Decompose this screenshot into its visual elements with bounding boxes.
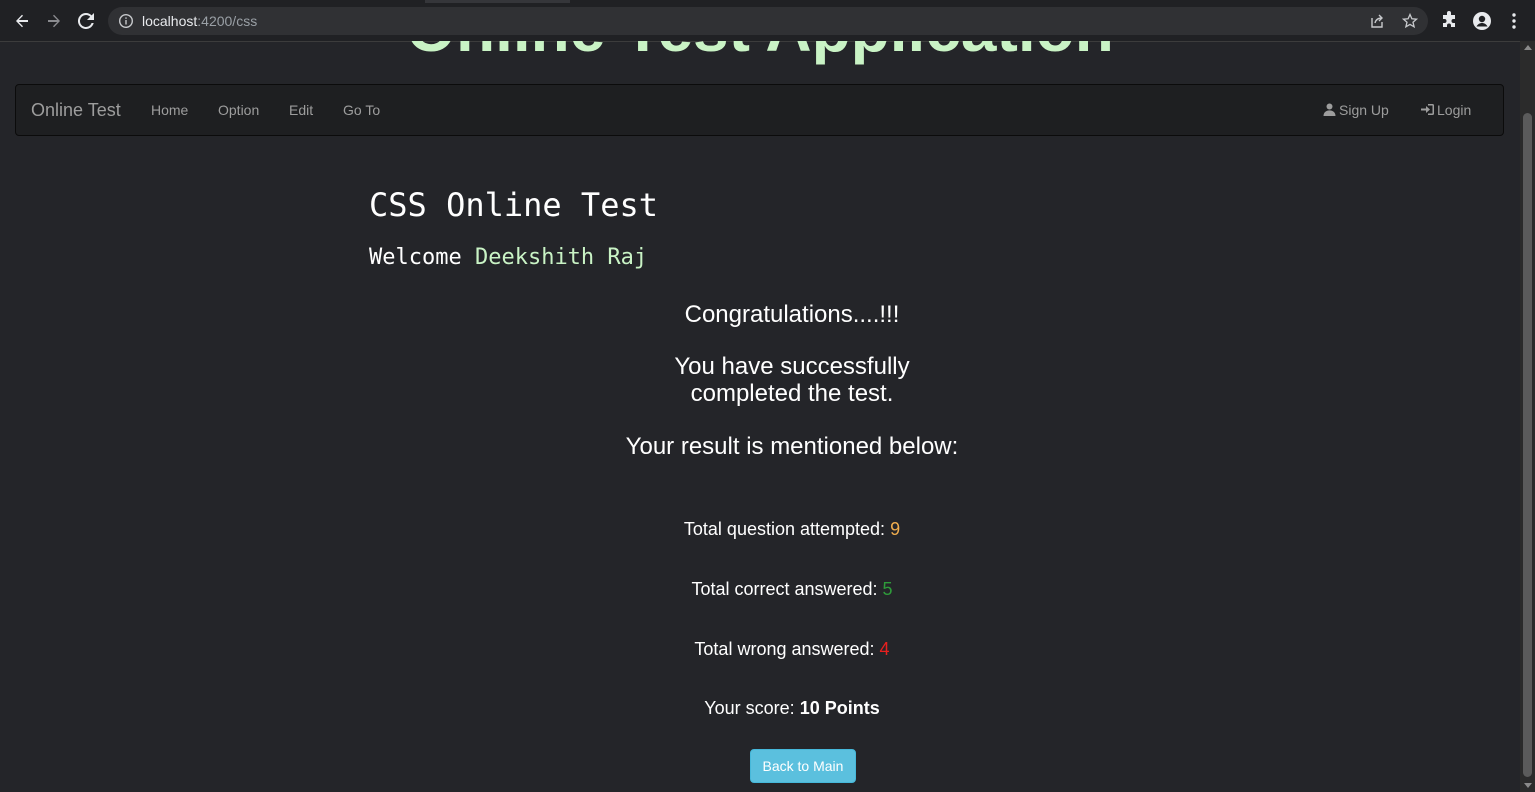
navbar: Online Test Home Option Edit Go To Sign …	[15, 84, 1504, 136]
stat-attempted: Total question attempted: 9	[592, 518, 992, 540]
url-text: localhost:4200/css	[142, 13, 258, 29]
forward-icon[interactable]	[42, 9, 66, 33]
extensions-icon[interactable]	[1440, 11, 1460, 31]
stat-correct-label: Total correct answered:	[691, 579, 878, 599]
page-viewport: Online Test Application Online Test Home…	[0, 41, 1520, 792]
bookmark-star-icon[interactable]	[1401, 12, 1419, 29]
stat-score: Your score: 10 Points	[592, 697, 992, 719]
nav-link-go-to[interactable]: Go To	[343, 102, 380, 119]
back-icon[interactable]	[10, 9, 34, 33]
signup-link[interactable]: Sign Up	[1323, 102, 1389, 119]
back-to-main-button[interactable]: Back to Main	[750, 749, 856, 783]
profile-icon[interactable]	[1472, 11, 1492, 31]
site-info-icon[interactable]	[118, 13, 134, 29]
stat-score-value: 10 Points	[799, 698, 880, 718]
login-link[interactable]: Login	[1421, 102, 1471, 119]
welcome-prefix: Welcome	[369, 245, 462, 270]
success-line-1: You have successfully	[674, 353, 910, 380]
menu-icon[interactable]	[1506, 11, 1526, 31]
stat-attempted-label: Total question attempted:	[683, 519, 886, 539]
tab-strip-edge	[0, 0, 1535, 3]
success-message: You have successfully completed the test…	[592, 353, 992, 407]
navbar-brand[interactable]: Online Test	[31, 100, 121, 120]
success-line-2: completed the test.	[690, 380, 894, 407]
page-scrollbar[interactable]	[1520, 41, 1535, 792]
user-icon	[1323, 103, 1336, 116]
stat-wrong-value: 4	[879, 639, 890, 659]
test-title: CSS Online Test	[369, 186, 658, 224]
scroll-up-icon[interactable]	[1523, 45, 1532, 50]
scrollbar-thumb[interactable]	[1523, 113, 1532, 777]
browser-toolbar: localhost:4200/css	[0, 0, 1535, 42]
app-title: Online Test Application	[0, 41, 1520, 69]
stat-correct-value: 5	[882, 579, 893, 599]
stat-score-label: Your score:	[704, 698, 795, 718]
share-icon[interactable]	[1369, 13, 1385, 29]
nav-link-option[interactable]: Option	[218, 102, 259, 119]
scroll-down-icon[interactable]	[1523, 783, 1532, 788]
stat-wrong-label: Total wrong answered:	[694, 639, 875, 659]
user-name: Deekshith Raj	[474, 245, 648, 270]
stat-correct: Total correct answered: 5	[592, 578, 992, 600]
address-bar[interactable]: localhost:4200/css	[108, 7, 1428, 35]
welcome-message: Welcome Deekshith Raj	[369, 245, 647, 271]
stat-wrong: Total wrong answered: 4	[592, 638, 992, 660]
congrats-message: Congratulations....!!!	[684, 301, 900, 328]
reload-icon[interactable]	[74, 9, 98, 33]
nav-link-edit[interactable]: Edit	[289, 102, 313, 119]
signup-label: Sign Up	[1339, 102, 1389, 118]
login-icon	[1421, 103, 1434, 116]
stat-attempted-value: 9	[890, 519, 901, 539]
nav-link-home[interactable]: Home	[151, 102, 188, 119]
result-intro: Your result is mentioned below:	[625, 433, 959, 460]
login-label: Login	[1437, 102, 1472, 118]
